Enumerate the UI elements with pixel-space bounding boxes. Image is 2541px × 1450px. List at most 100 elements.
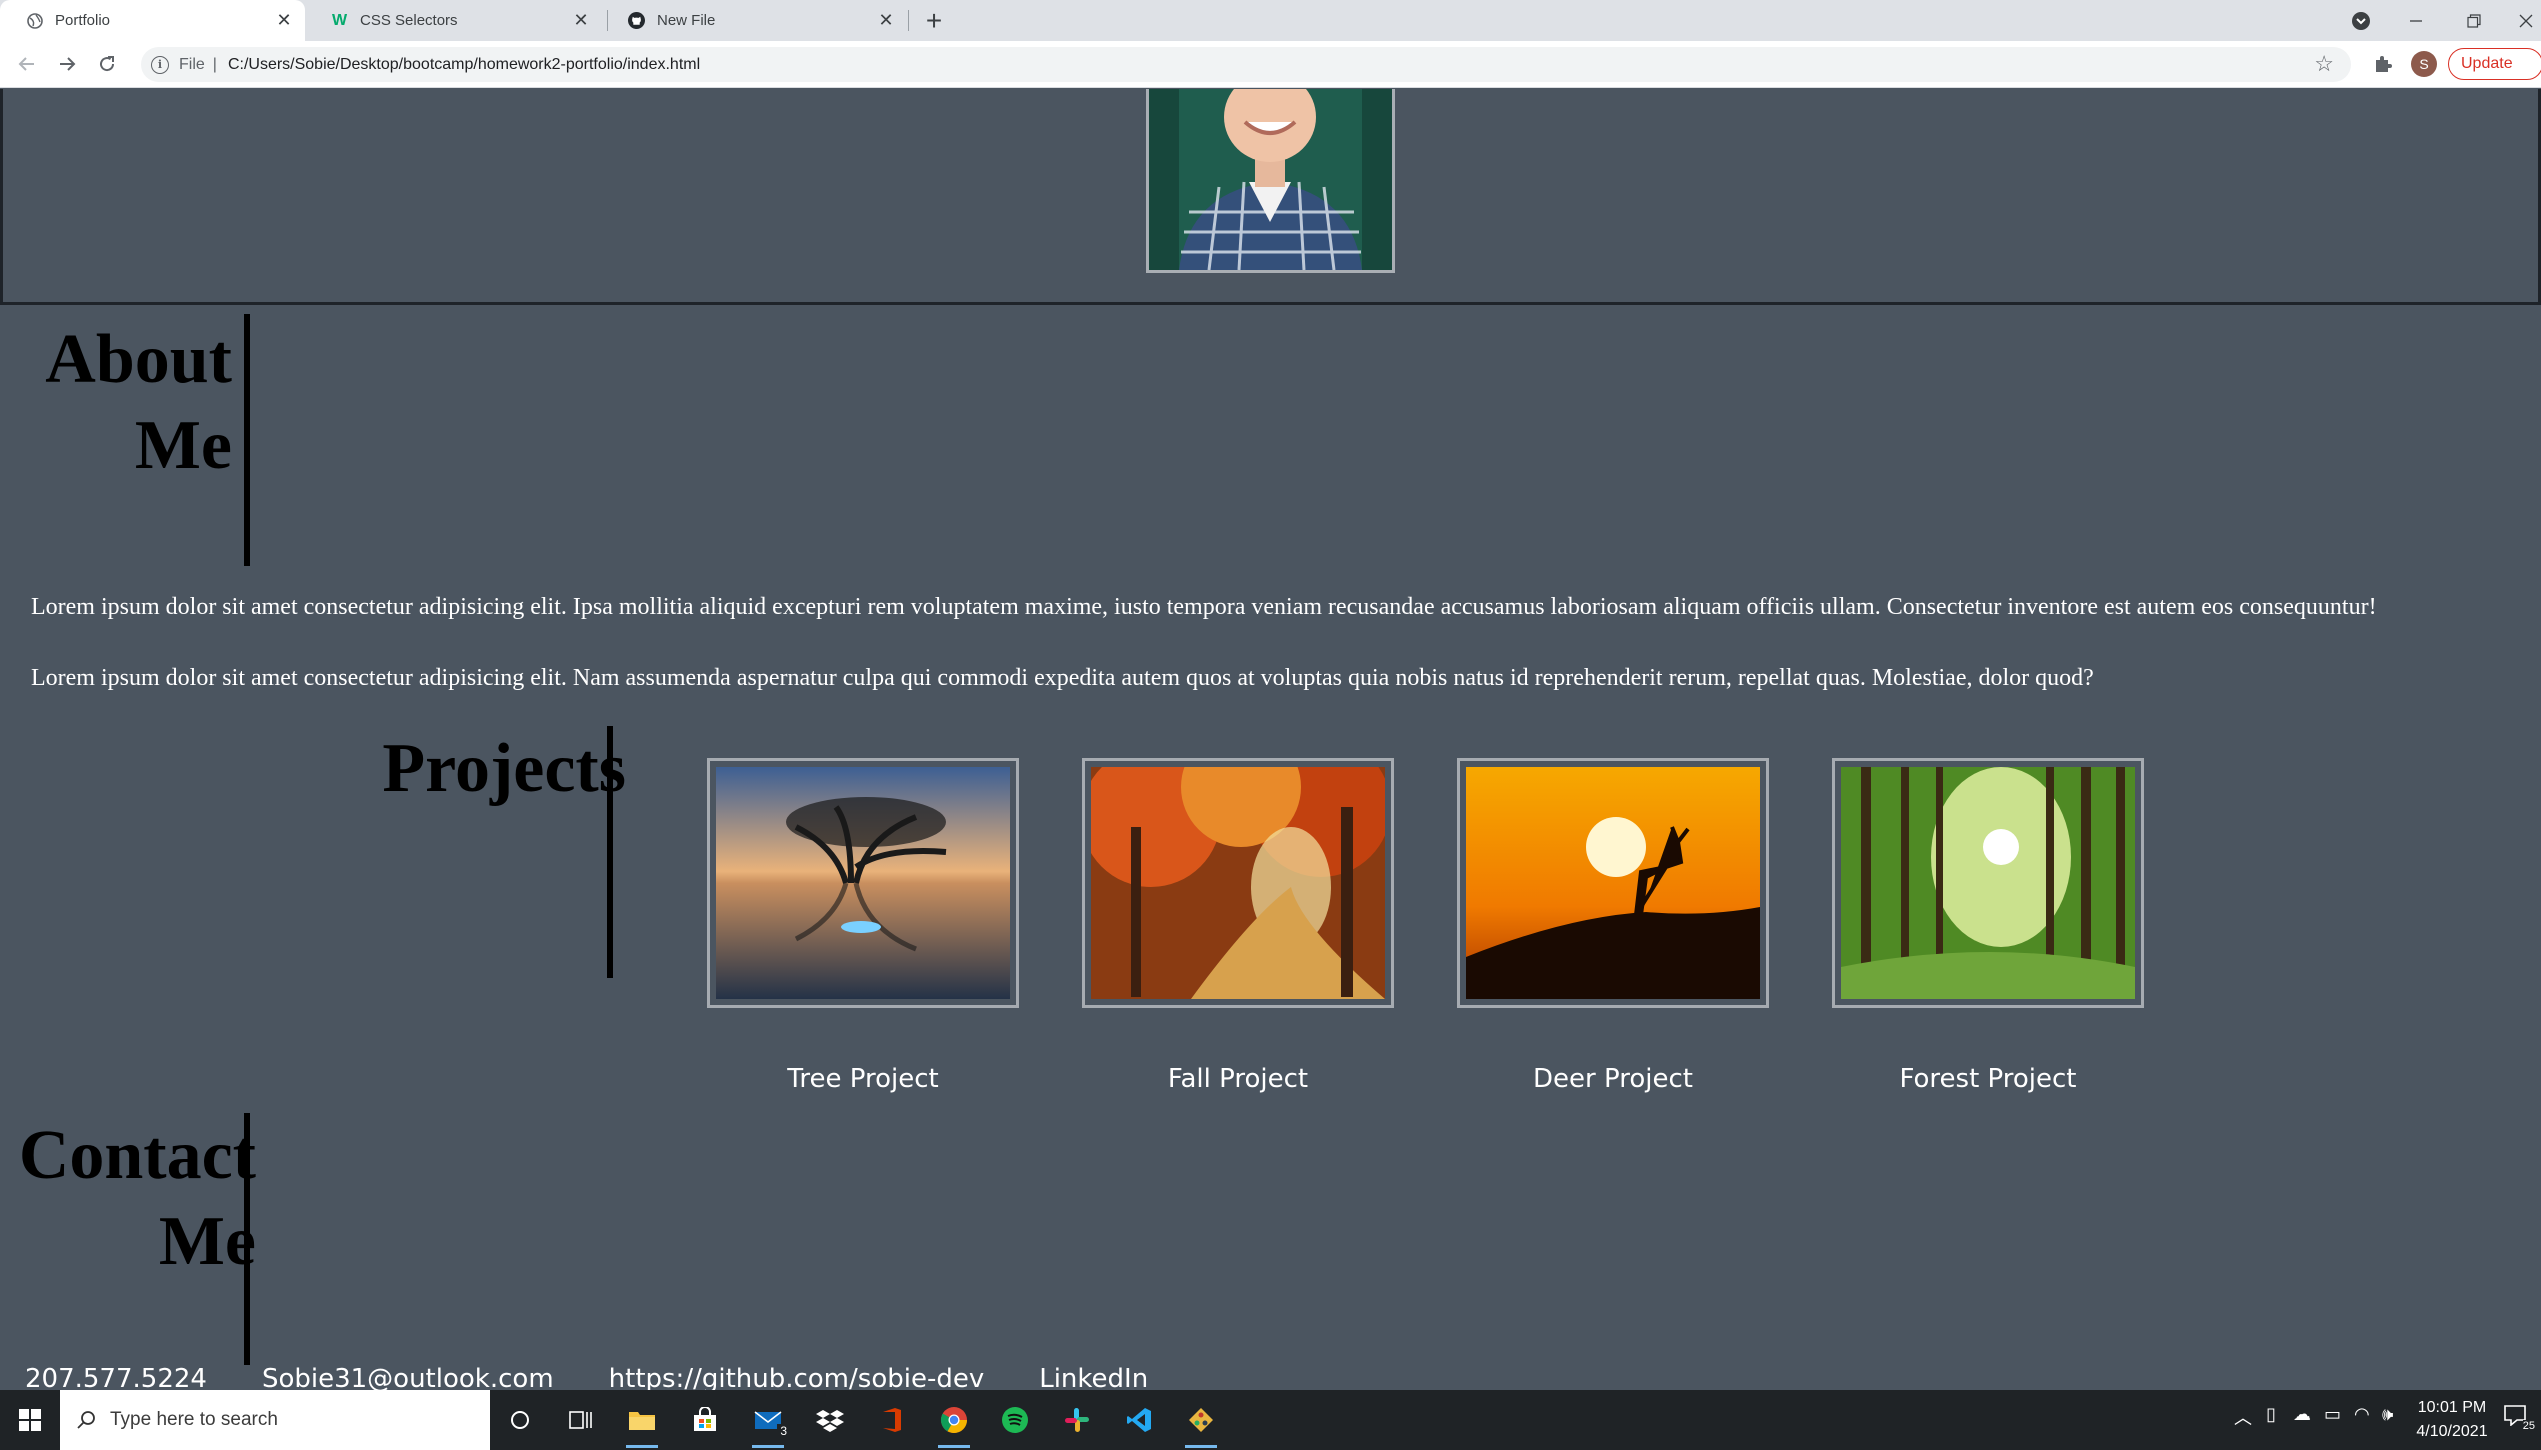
folder-icon: [629, 1412, 655, 1430]
battery-icon[interactable]: ▭: [2324, 1404, 2341, 1425]
store-button[interactable]: [685, 1400, 725, 1440]
back-button[interactable]: [12, 49, 42, 79]
info-icon[interactable]: i: [151, 55, 169, 74]
spotify-button[interactable]: [995, 1400, 1035, 1440]
tab-label: Portfolio: [55, 12, 111, 29]
contact-title-line2: Me: [158, 1203, 256, 1280]
address-url: C:/Users/Sobie/Desktop/bootcamp/homework…: [227, 55, 701, 73]
project-card-fall[interactable]: Fall Project: [1082, 758, 1394, 1094]
clock-time: 10:01 PM: [2417, 1399, 2487, 1416]
globe-icon: [26, 12, 43, 29]
project-card-deer[interactable]: Deer Project: [1457, 758, 1769, 1094]
about-paragraph-2: Lorem ipsum dolor sit amet consectetur a…: [31, 665, 2094, 691]
system-clock[interactable]: 10:01 PM 4/10/2021: [2402, 1396, 2502, 1444]
contact-linkedin-link[interactable]: LinkedIn: [1039, 1364, 1148, 1390]
close-tab-icon[interactable]: ✕: [570, 10, 592, 32]
cortana-icon: [511, 1411, 529, 1429]
project-label: Fall Project: [1167, 1064, 1309, 1094]
autumn-path-image: [1091, 767, 1385, 999]
contact-email[interactable]: Sobie31@outlook.com: [262, 1364, 554, 1390]
tab-new-file[interactable]: New File ✕: [602, 0, 907, 41]
w3schools-icon: W: [331, 11, 348, 29]
tray-device-icon[interactable]: ▯: [2266, 1404, 2276, 1425]
contact-phone[interactable]: 207.577.5224: [25, 1364, 207, 1390]
projects-heading: Projects: [330, 726, 626, 812]
mail-button[interactable]: 3: [748, 1400, 790, 1448]
address-scheme: File: [179, 55, 205, 73]
git-button[interactable]: [1181, 1400, 1221, 1448]
minimize-button[interactable]: [2391, 0, 2441, 41]
update-button[interactable]: Update: [2448, 48, 2541, 80]
volume-icon[interactable]: 🕪: [2382, 1404, 2393, 1425]
about-paragraph-1: Lorem ipsum dolor sit amet consectetur a…: [31, 594, 2377, 620]
project-label: Deer Project: [1533, 1064, 1693, 1094]
project-card-forest[interactable]: Forest Project: [1832, 758, 2144, 1094]
clock-date: 4/10/2021: [2416, 1423, 2488, 1440]
new-tab-button[interactable]: +: [919, 5, 949, 36]
notification-count: 25: [2522, 1420, 2535, 1432]
task-view-button[interactable]: [560, 1400, 600, 1440]
slack-button[interactable]: [1057, 1400, 1097, 1440]
project-image-frame[interactable]: [1457, 758, 1769, 1008]
file-explorer-button[interactable]: [622, 1400, 662, 1448]
tab-label: CSS Selectors: [360, 12, 458, 29]
wifi-icon[interactable]: ◠: [2354, 1404, 2370, 1425]
about-title-line2: Me: [134, 407, 232, 484]
cortana-button[interactable]: [500, 1400, 540, 1440]
sunlit-forest-image: [1841, 767, 2135, 999]
chrome-button[interactable]: [934, 1400, 974, 1448]
reload-button[interactable]: [92, 49, 122, 79]
project-label: Forest Project: [1899, 1064, 2077, 1094]
store-bag-icon: [694, 1407, 716, 1431]
project-image-frame[interactable]: [707, 758, 1019, 1008]
about-divider-line: [244, 314, 250, 566]
deer-sunset-image: [1466, 767, 1760, 999]
restore-button[interactable]: [2449, 0, 2499, 41]
start-button[interactable]: [0, 1390, 60, 1450]
tab-portfolio[interactable]: Portfolio ✕: [0, 0, 305, 41]
onedrive-cloud-icon[interactable]: ☁: [2293, 1404, 2311, 1425]
dropbox-button[interactable]: [810, 1400, 850, 1440]
mail-badge: 3: [777, 1424, 790, 1438]
office-button[interactable]: [872, 1400, 912, 1440]
projects-title: Projects: [382, 730, 626, 807]
arrow-left-icon: [18, 57, 34, 71]
address-bar[interactable]: i File | C:/Users/Sobie/Desktop/bootcamp…: [141, 47, 2351, 82]
bookmark-star-icon[interactable]: ☆: [2314, 51, 2334, 77]
arrow-right-icon: [60, 57, 76, 71]
windows-taskbar: Type here to search 3 ︿ ▯ ☁ ▭ ◠ 🕪 10:01 …: [0, 1390, 2541, 1450]
tab-css-selectors[interactable]: W CSS Selectors ✕: [305, 0, 602, 41]
spotify-icon: [1002, 1407, 1028, 1433]
tab-search-button[interactable]: [2336, 0, 2386, 41]
contact-title-line1: Contact: [18, 1117, 256, 1194]
taskbar-search-box[interactable]: Type here to search: [60, 1390, 490, 1450]
project-image-frame[interactable]: [1082, 758, 1394, 1008]
close-window-button[interactable]: [2501, 0, 2541, 41]
extensions-button[interactable]: [2370, 51, 2396, 77]
browser-tab-strip: Portfolio ✕ W CSS Selectors ✕ New File ✕…: [0, 0, 2541, 41]
tray-chevron-up-icon[interactable]: ︿: [2234, 1404, 2252, 1430]
forward-button[interactable]: [52, 49, 82, 79]
about-title-line1: About: [45, 321, 232, 398]
tab-divider: [908, 10, 909, 31]
slack-icon: [1065, 1408, 1089, 1432]
notification-center-button[interactable]: 25: [2503, 1404, 2535, 1434]
browser-toolbar: i File | C:/Users/Sobie/Desktop/bootcamp…: [0, 41, 2541, 88]
dropbox-icon: [816, 1410, 844, 1432]
vscode-button[interactable]: [1119, 1400, 1159, 1440]
contact-github-link[interactable]: https://github.com/sobie-dev: [609, 1364, 985, 1390]
close-tab-icon[interactable]: ✕: [875, 10, 897, 32]
project-card-tree[interactable]: Tree Project: [707, 758, 1019, 1094]
profile-photo: [1146, 89, 1395, 273]
contact-links: 207.577.5224 Sobie31@outlook.com https:/…: [25, 1364, 1203, 1390]
profile-avatar[interactable]: S: [2411, 51, 2437, 77]
chevron-down-icon: [2352, 11, 2370, 30]
project-image-frame[interactable]: [1832, 758, 2144, 1008]
office-icon: [883, 1408, 901, 1432]
close-tab-icon[interactable]: ✕: [273, 10, 295, 32]
close-icon: [2519, 14, 2533, 27]
git-icon: [1189, 1408, 1213, 1432]
reload-icon: [100, 56, 115, 72]
puzzle-icon: [2376, 56, 2392, 72]
task-view-icon: [569, 1411, 592, 1429]
